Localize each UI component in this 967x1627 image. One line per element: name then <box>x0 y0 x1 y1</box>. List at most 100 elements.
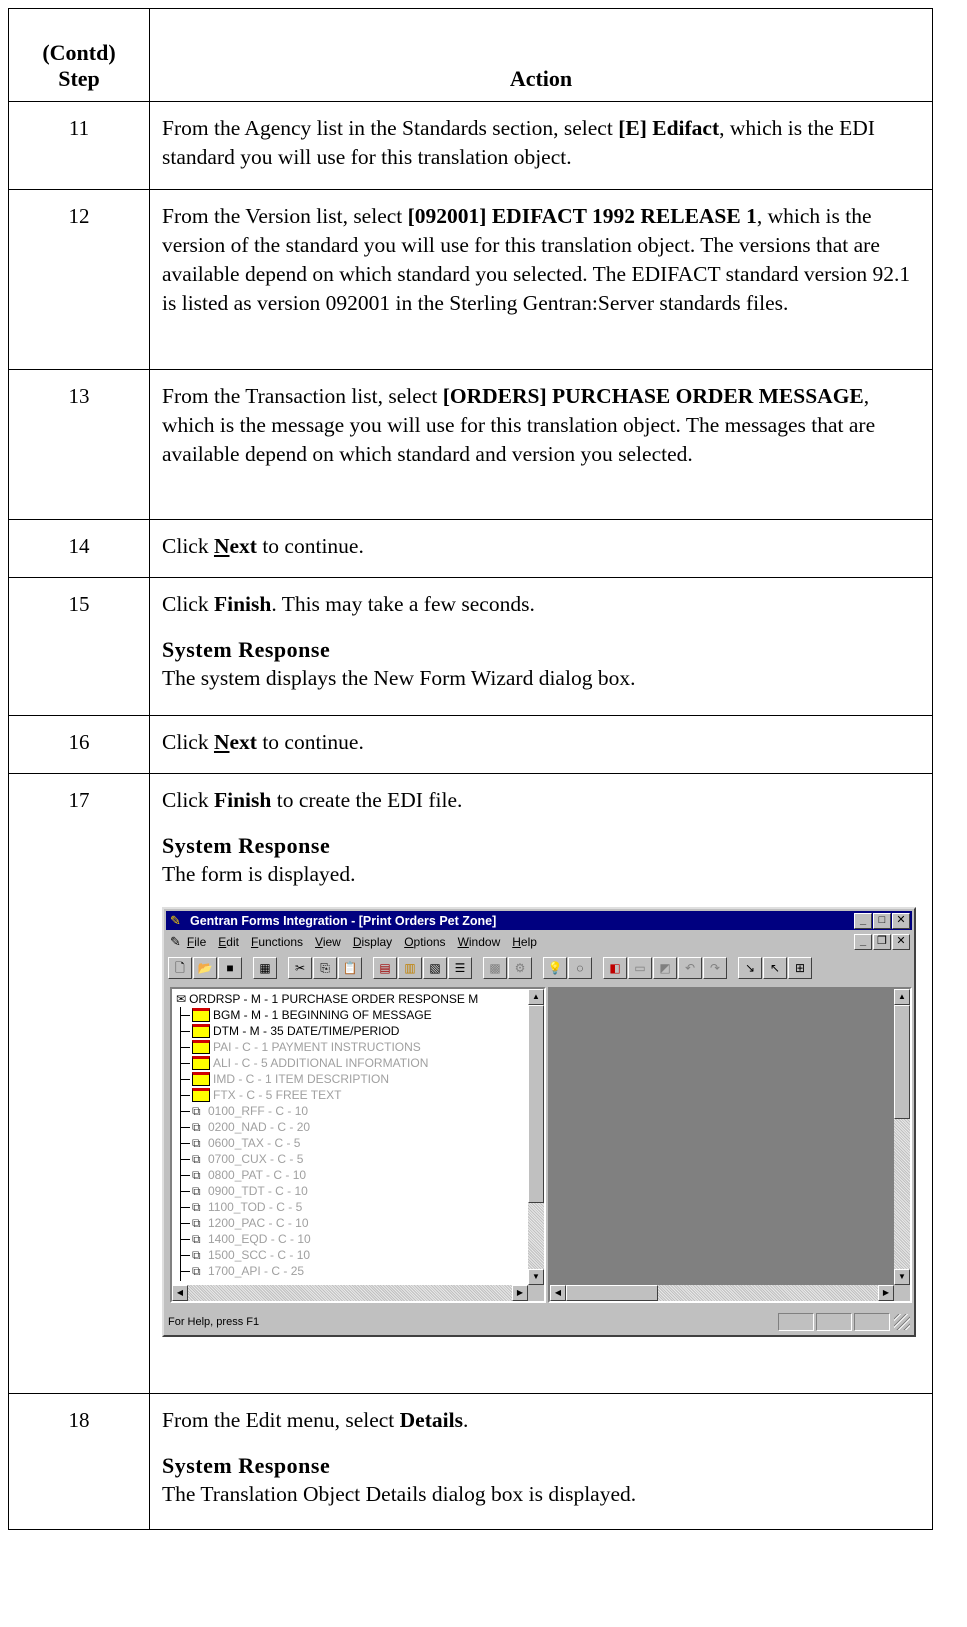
status-panel <box>816 1313 852 1331</box>
open-icon[interactable]: 📂 <box>193 957 217 979</box>
system-response-text: The Translation Object Details dialog bo… <box>162 1482 637 1506</box>
menu-view[interactable]: View <box>315 935 341 949</box>
tree-root[interactable]: ✉ ORDRSP - M - 1 PURCHASE ORDER RESPONSE… <box>174 991 524 1007</box>
tree-item[interactable]: FTX - C - 5 FREE TEXT <box>174 1087 524 1103</box>
child-close-icon[interactable]: ✕ <box>892 934 910 950</box>
menu-functions[interactable]: Functions <box>251 935 303 949</box>
scroll-up-icon[interactable]: ▲ <box>894 989 910 1005</box>
scroll-right-icon[interactable]: ▶ <box>512 1285 528 1301</box>
loop-icon: ⧉ <box>192 1200 201 1214</box>
box-icon[interactable]: ◩ <box>653 957 677 979</box>
menu-display[interactable]: Display <box>353 935 392 949</box>
scroll-down-icon[interactable]: ▼ <box>528 1269 544 1285</box>
cut-icon[interactable]: ✂ <box>288 957 312 979</box>
form-horizontal-scrollbar[interactable]: ◀ ▶ <box>550 1285 894 1301</box>
minimize-icon[interactable]: _ <box>854 913 872 929</box>
status-bar: For Help, press F1 <box>168 1312 910 1332</box>
new-icon[interactable]: 🗋 <box>168 957 192 979</box>
menu-help[interactable]: Help <box>512 935 537 949</box>
tree-item[interactable]: ALI - C - 5 ADDITIONAL INFORMATION <box>174 1055 524 1071</box>
step-action: Click Finish to create the EDI file. Sys… <box>149 773 933 1394</box>
system-response-text: The form is displayed. <box>162 862 356 886</box>
redo-icon[interactable]: ↷ <box>703 957 727 979</box>
segment-icon <box>192 1024 210 1038</box>
tree-item[interactable]: ⧉ 0600_TAX - C - 5 <box>174 1135 524 1151</box>
resize-grip-icon[interactable] <box>894 1314 910 1330</box>
loop-icon: ⧉ <box>192 1248 201 1262</box>
step-number: 13 <box>8 369 150 520</box>
copy-icon[interactable]: ⎘ <box>313 957 337 979</box>
tree-item-label: 0200_NAD - C - 20 <box>208 1120 311 1134</box>
table-icon[interactable]: ⊞ <box>788 957 812 979</box>
bulb-on-icon[interactable]: 💡 <box>543 957 567 979</box>
scroll-thumb[interactable] <box>894 1005 910 1119</box>
tree-item[interactable]: ⧉ 0200_NAD - C - 20 <box>174 1119 524 1135</box>
menu-window[interactable]: Window <box>458 935 501 949</box>
tree-item-label: 0700_CUX - C - 5 <box>208 1152 304 1166</box>
tree-horizontal-scrollbar[interactable]: ◀ ▶ <box>172 1285 528 1301</box>
tree-item[interactable]: ⧉ 1700_API - C - 25 <box>174 1263 524 1279</box>
table-row: 13 From the Transaction list, select [OR… <box>8 369 933 520</box>
scroll-left-icon[interactable]: ◀ <box>172 1285 188 1301</box>
tree-item[interactable]: ⧉ 0700_CUX - C - 5 <box>174 1151 524 1167</box>
bulb-off-icon[interactable]: ◌ <box>568 957 592 979</box>
compile-icon[interactable]: ▦ <box>253 957 277 979</box>
close-icon[interactable]: ✕ <box>892 913 910 929</box>
scroll-left-icon[interactable]: ◀ <box>550 1285 566 1301</box>
step-number: 14 <box>8 519 150 578</box>
tree-item[interactable]: ⧉ 1100_TOD - C - 5 <box>174 1199 524 1215</box>
grid-icon[interactable]: ▥ <box>398 957 422 979</box>
windows-icon[interactable]: ◧ <box>603 957 627 979</box>
scroll-thumb[interactable] <box>566 1285 658 1301</box>
status-panel <box>854 1313 890 1331</box>
ruler-icon[interactable]: ▤ <box>373 957 397 979</box>
menu-options[interactable]: Options <box>404 935 445 949</box>
scroll-down-icon[interactable]: ▼ <box>894 1269 910 1285</box>
arrow-up-left-icon[interactable]: ↖ <box>763 957 787 979</box>
tree-item[interactable]: DTM - M - 35 DATE/TIME/PERIOD <box>174 1023 524 1039</box>
properties-icon[interactable]: ⚙ <box>508 957 532 979</box>
window-controls: _ □ ✕ <box>854 913 910 929</box>
menu-edit[interactable]: Edit <box>218 935 239 949</box>
tree-item[interactable]: ⧉ 0100_RFF - C - 10 <box>174 1103 524 1119</box>
scroll-right-icon[interactable]: ▶ <box>878 1285 894 1301</box>
child-window-controls: _ ❐ ✕ <box>854 934 910 950</box>
text-icon[interactable]: ▭ <box>628 957 652 979</box>
tree-item[interactable]: ⧉ 1200_PAC - C - 10 <box>174 1215 524 1231</box>
tree-item[interactable]: ⧉ 0800_PAT - C - 10 <box>174 1167 524 1183</box>
table-row: 18 From the Edit menu, select Details. S… <box>8 1393 933 1530</box>
tree-item[interactable]: ⧉1800_ALC - C - 15 <box>174 1279 524 1281</box>
scroll-up-icon[interactable]: ▲ <box>528 989 544 1005</box>
group-icon[interactable]: ▩ <box>483 957 507 979</box>
field-icon[interactable]: ▧ <box>423 957 447 979</box>
tree-item[interactable]: ⧉ 1400_EQD - C - 10 <box>174 1231 524 1247</box>
tree-item[interactable]: ⧉ 0900_TDT - C - 10 <box>174 1183 524 1199</box>
tree-item-label: 1400_EQD - C - 10 <box>208 1232 311 1246</box>
tree-item-label: 0600_TAX - C - 5 <box>208 1136 301 1150</box>
tree-item[interactable]: BGM - M - 1 BEGINNING OF MESSAGE <box>174 1007 524 1023</box>
step-number: 15 <box>8 577 150 716</box>
arrow-down-right-icon[interactable]: ↘ <box>738 957 762 979</box>
tree-item-label: IMD - C - 1 ITEM DESCRIPTION <box>213 1072 390 1086</box>
save-icon[interactable]: ■ <box>218 957 242 979</box>
step-header-line1: (Contd) <box>42 40 116 65</box>
form-vertical-scrollbar[interactable]: ▲ ▼ <box>894 989 910 1285</box>
undo-icon[interactable]: ↶ <box>678 957 702 979</box>
tree-vertical-scrollbar[interactable]: ▲ ▼ <box>528 989 544 1285</box>
list-icon[interactable]: ☰ <box>448 957 472 979</box>
segment-icon <box>192 1008 210 1022</box>
paste-icon[interactable]: 📋 <box>338 957 362 979</box>
tree-item[interactable]: PAI - C - 1 PAYMENT INSTRUCTIONS <box>174 1039 524 1055</box>
scroll-thumb[interactable] <box>528 1005 544 1203</box>
step-action: From the Agency list in the Standards se… <box>149 101 933 190</box>
tree-item[interactable]: ⧉ 1500_SCC - C - 10 <box>174 1247 524 1263</box>
menu-file[interactable]: File <box>187 935 206 949</box>
child-minimize-icon[interactable]: _ <box>854 934 872 950</box>
window-titlebar: ✎ Gentran Forms Integration - [Print Ord… <box>166 911 912 930</box>
step-action: Click Next to continue. <box>149 715 933 774</box>
child-restore-icon[interactable]: ❐ <box>873 934 891 950</box>
maximize-icon[interactable]: □ <box>873 913 891 929</box>
tree-item[interactable]: IMD - C - 1 ITEM DESCRIPTION <box>174 1071 524 1087</box>
tree-item-label: 1700_API - C - 25 <box>208 1264 305 1278</box>
toolbar: 🗋 📂 ■ ▦ ✂ ⎘ 📋 ▤ ▥ ▧ ☰ ▩ ⚙ 💡 ◌ ◧ ▭ ◩ ↶ ↷ … <box>168 955 910 981</box>
